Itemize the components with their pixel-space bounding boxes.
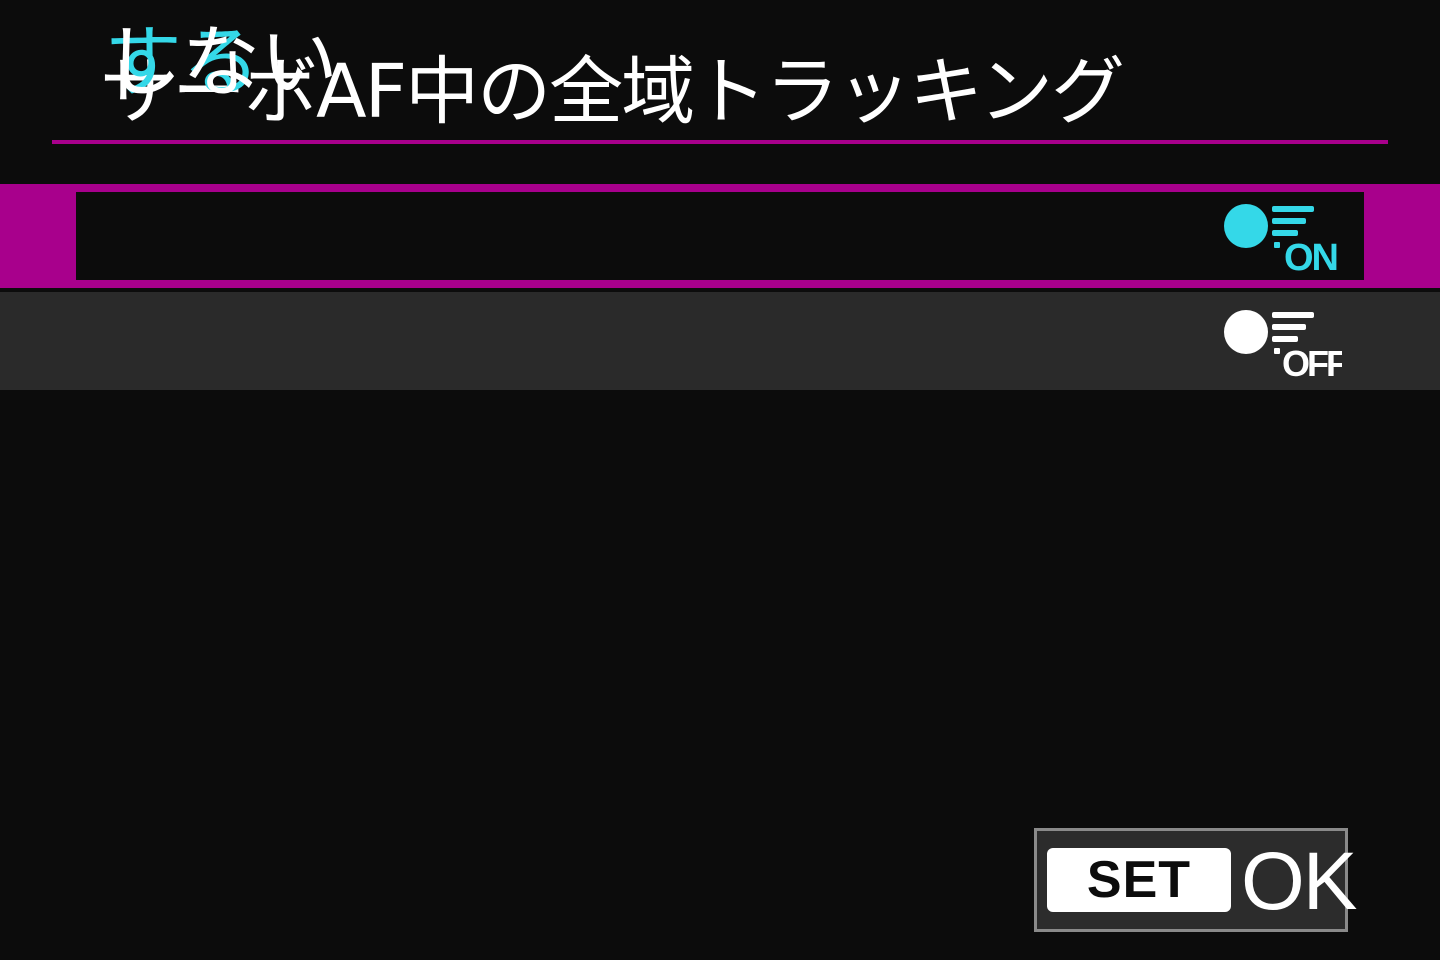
title-divider [52,140,1388,144]
icon-off-text: OFF [1282,343,1342,378]
option-off-label: しない [104,18,339,108]
servo-af-tracking-off-icon: OFF [1222,308,1350,384]
icon-on-text: ON [1284,237,1337,272]
servo-af-tracking-on-icon: ON [1222,202,1342,279]
ok-label: OK [1241,836,1357,927]
option-on-frame [76,192,1364,280]
menu-screen: サーボAF中の全域トラッキング する ON しない OFF SET OK [0,0,1440,960]
set-ok-button[interactable]: SET OK [1034,828,1357,932]
set-badge: SET [1047,848,1231,912]
